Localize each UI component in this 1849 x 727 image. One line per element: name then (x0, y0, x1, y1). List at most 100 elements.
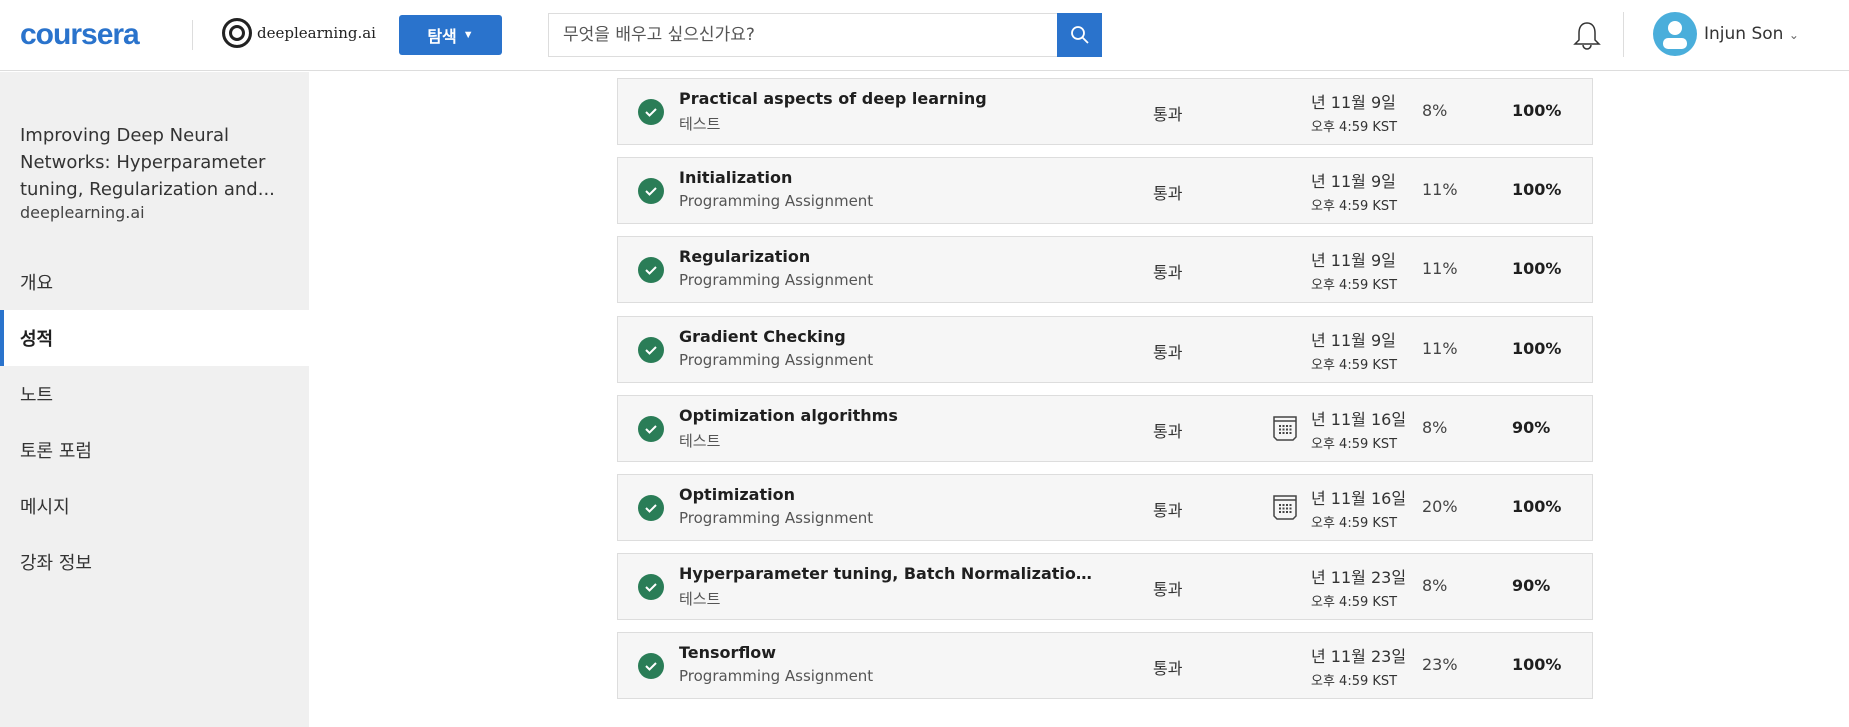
avatar[interactable] (1653, 12, 1697, 56)
status: 통과 (1153, 184, 1183, 204)
calendar-icon (1273, 495, 1297, 520)
assignment-row[interactable]: Tensorflow Programming Assignment 통과 년 1… (617, 632, 1593, 700)
status: 통과 (1153, 501, 1183, 520)
due-date: 년 11월 23일 (1311, 647, 1407, 667)
divider (1623, 12, 1624, 57)
user-name: Injun Son (1704, 24, 1784, 44)
assignment-row[interactable]: Regularization Programming Assignment 통과… (617, 236, 1593, 304)
grade: 90% (1512, 576, 1551, 596)
sidebar-item-label: 성적 (20, 329, 54, 350)
grade: 100% (1512, 180, 1562, 200)
due-date: 년 11월 9일 (1311, 251, 1396, 271)
sidebar-item[interactable]: 강좌 정보 (0, 534, 309, 590)
check-icon (638, 336, 664, 363)
explore-label: 탐색 (427, 29, 457, 46)
assignment-row[interactable]: Optimization Programming Assignment 통과 년… (617, 474, 1593, 541)
assignment-title[interactable]: Hyperparameter tuning, Batch Normalizati… (679, 564, 1099, 583)
grade: 100% (1512, 497, 1562, 516)
grade: 100% (1512, 338, 1562, 358)
chevron-down-icon: ⌄ (1788, 28, 1799, 42)
sidebar-item-label: 노트 (20, 385, 54, 406)
grade: 100% (1512, 655, 1562, 675)
status: 통과 (1153, 105, 1183, 124)
grade: 90% (1512, 417, 1551, 437)
check-icon (638, 574, 664, 601)
sidebar-item[interactable]: 개요 (0, 254, 309, 310)
explore-button[interactable]: 탐색 ▼ (399, 15, 502, 55)
sidebar-item[interactable]: 토론 포럼 (0, 422, 309, 478)
assignment-type: 테스트 (679, 115, 721, 133)
user-menu[interactable]: Injun Son ⌄ (1704, 24, 1799, 44)
weight: 23% (1422, 655, 1458, 675)
check-icon (638, 99, 664, 125)
assignment-row[interactable]: Hyperparameter tuning, Batch Normalizati… (617, 553, 1593, 621)
deeplearning-logo[interactable]: deeplearning.ai (222, 18, 376, 48)
course-title[interactable]: Improving Deep Neural Networks: Hyperpar… (20, 122, 290, 203)
due-date: 년 11월 9일 (1311, 330, 1396, 350)
status: 통과 (1153, 263, 1183, 283)
assignment-title[interactable]: Gradient Checking (679, 327, 1099, 346)
assignment-title[interactable]: Optimization algorithms (679, 406, 1099, 425)
assignment-type: 테스트 (679, 590, 721, 609)
assignment-title[interactable]: Initialization (679, 168, 1099, 187)
check-icon (638, 495, 664, 521)
due-date: 년 11월 9일 (1311, 93, 1396, 112)
sidebar-item-label: 토론 포럼 (20, 441, 92, 462)
weight: 8% (1422, 101, 1448, 120)
weight: 8% (1422, 576, 1448, 596)
weight: 11% (1422, 338, 1458, 358)
top-header: coursera deeplearning.ai 탐색 ▼ Injun Son ⌄ (0, 0, 1849, 71)
weight: 11% (1422, 180, 1458, 200)
grade: 100% (1512, 101, 1562, 120)
search-icon (1070, 26, 1089, 44)
assignment-title[interactable]: Tensorflow (679, 643, 1099, 662)
due-time: 오후 4:59 KST (1311, 674, 1398, 690)
assignment-type: Programming Assignment (679, 509, 874, 527)
due-time: 오후 4:59 KST (1311, 516, 1398, 531)
assignment-title[interactable]: Practical aspects of deep learning (679, 89, 1099, 108)
assignment-type: Programming Assignment (679, 192, 874, 211)
due-time: 오후 4:59 KST (1311, 120, 1398, 135)
assignment-row[interactable]: Gradient Checking Programming Assignment… (617, 315, 1593, 383)
assignment-title[interactable]: Optimization (679, 485, 1099, 504)
assignment-title[interactable]: Regularization (679, 247, 1099, 266)
sidebar-item-label: 강좌 정보 (20, 553, 92, 574)
sidebar-item[interactable]: 메시지 (0, 478, 309, 534)
check-icon (638, 653, 664, 680)
due-time: 오후 4:59 KST (1311, 278, 1398, 294)
assignment-type: Programming Assignment (679, 350, 874, 369)
assignment-row[interactable]: Initialization Programming Assignment 통과… (617, 157, 1593, 225)
due-date: 년 11월 16일 (1311, 409, 1407, 429)
status: 통과 (1153, 342, 1183, 362)
sidebar-item[interactable]: 노트 (0, 366, 309, 422)
due-time: 오후 4:59 KST (1311, 436, 1398, 452)
status: 통과 (1153, 421, 1183, 441)
divider (192, 20, 193, 50)
assignment-row[interactable]: Optimization algorithms 테스트 통과 년 11월 16일… (617, 394, 1593, 462)
calendar-icon (1273, 416, 1297, 441)
course-provider: deeplearning.ai (20, 203, 145, 222)
chevron-down-icon: ▼ (462, 29, 474, 41)
check-icon (638, 415, 664, 442)
status: 통과 (1153, 580, 1183, 600)
due-time: 오후 4:59 KST (1311, 595, 1398, 611)
search-button[interactable] (1057, 13, 1102, 57)
user-icon (1663, 21, 1687, 49)
sidebar-item-label: 메시지 (20, 497, 70, 518)
coursera-logo[interactable]: coursera (20, 18, 140, 52)
assignment-row[interactable]: Practical aspects of deep learning 테스트 통… (617, 78, 1593, 145)
weight: 20% (1422, 497, 1458, 516)
assignment-type: 테스트 (679, 431, 721, 450)
assignment-type: Programming Assignment (679, 271, 874, 290)
check-icon (638, 257, 664, 284)
sidebar-item[interactable]: 성적 (0, 310, 309, 366)
bell-icon[interactable] (1572, 20, 1602, 52)
check-icon (638, 178, 664, 205)
status: 통과 (1153, 659, 1183, 679)
search-input[interactable] (548, 13, 1058, 57)
due-date: 년 11월 23일 (1311, 568, 1407, 588)
weight: 11% (1422, 259, 1458, 279)
due-time: 오후 4:59 KST (1311, 199, 1398, 215)
due-date: 년 11월 9일 (1311, 172, 1396, 192)
grade: 100% (1512, 259, 1562, 279)
